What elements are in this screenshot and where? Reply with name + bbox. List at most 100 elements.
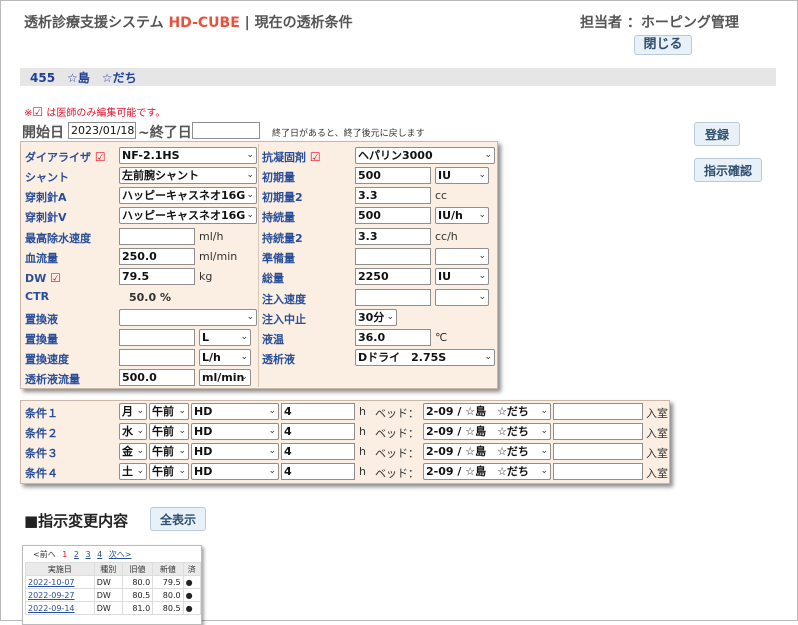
condition-ampm-select[interactable]: 午前 ⌄ <box>149 443 189 460</box>
start-date-input[interactable]: 2023/01/18 <box>68 122 136 139</box>
table-cell: ● <box>182 588 201 602</box>
condition-day-select[interactable]: 月 ⌄ <box>119 403 147 420</box>
room-input[interactable] <box>553 403 643 420</box>
table-cell: ● <box>182 601 201 615</box>
table-row: 2022-09-14 DW 81.0 80.5 ● <box>25 601 201 615</box>
weekly-conditions-panel: 条件１ 月 ⌄ 午前 ⌄ HD ⌄ 4 h ベッド： 2-09 / ☆島 ☆だち ⌄ 入… <box>20 400 670 484</box>
chevron-down-icon: ⌄ <box>246 312 254 322</box>
initial2-input[interactable]: 3.3 <box>355 187 431 204</box>
blood-flow-input[interactable]: 250.0 <box>119 248 195 265</box>
history-table-panel: <前へ 1 2 3 4 次へ> 実施日 種別 旧値 新値 済 2022-10-0… <box>22 545 202 625</box>
condition-mode-select[interactable]: HD ⌄ <box>191 443 279 460</box>
bed-select[interactable]: 2-09 / ☆島 ☆だち ⌄ <box>423 403 551 420</box>
shunt-label: シャント <box>25 171 69 184</box>
inj-rate-unit-select[interactable]: ⌄ <box>435 289 489 306</box>
bed-select[interactable]: 2-09 / ☆島 ☆だち ⌄ <box>423 443 551 460</box>
end-date-input[interactable] <box>192 122 260 139</box>
column-header: 種別 <box>93 562 123 576</box>
room-input[interactable] <box>553 443 643 460</box>
dialysate-select[interactable]: Dドライ 2.75S ⌄ <box>355 349 495 366</box>
date-link[interactable]: 2022-09-14 <box>25 601 95 615</box>
sub-volume-input[interactable] <box>119 329 195 346</box>
prep-input[interactable] <box>355 248 431 265</box>
page-link[interactable]: 4 <box>97 550 102 559</box>
staff-value: ：ホーピング管理 <box>626 15 739 31</box>
total-input[interactable]: 2250 <box>355 268 431 285</box>
sustained-input[interactable]: 500 <box>355 207 431 224</box>
sustained2-input[interactable]: 3.3 <box>355 228 431 245</box>
dialyzer-select[interactable]: NF-2.1HS ⌄ <box>119 147 257 164</box>
condition-hours-input[interactable]: 4 <box>281 443 355 460</box>
table-cell: DW <box>93 601 123 615</box>
brand-name: HD-CUBE <box>168 15 240 31</box>
show-all-button[interactable]: 全表示 <box>150 507 206 531</box>
temp-label: 液温 <box>262 333 284 346</box>
page-link[interactable]: 3 <box>86 550 91 559</box>
end-date-label: ~終了日 <box>138 125 192 141</box>
date-link[interactable]: 2022-09-27 <box>25 588 95 602</box>
dialysate-flow-unit-select[interactable]: ml/min ⌄ <box>199 369 251 386</box>
condition-hours-input[interactable]: 4 <box>281 423 355 440</box>
dialysate-flow-input[interactable]: 500.0 <box>119 369 195 386</box>
table-cell: DW <box>93 575 123 589</box>
sub-rate-label: 置換速度 <box>25 353 69 366</box>
temp-input[interactable]: 36.0 <box>355 329 431 346</box>
initial-label: 初期量 <box>262 171 295 184</box>
total-unit-select[interactable]: IU ⌄ <box>435 268 489 285</box>
condition-ampm-select[interactable]: 午前 ⌄ <box>149 463 189 480</box>
chevron-down-icon: ⌄ <box>540 406 548 416</box>
room-input[interactable] <box>553 423 643 440</box>
close-button[interactable]: 閉じる <box>634 35 692 55</box>
register-button[interactable]: 登録 <box>694 122 740 146</box>
chevron-down-icon: ⌄ <box>136 426 144 436</box>
needle-a-select[interactable]: ハッピーキャスネオ16G ⌄ <box>119 187 257 204</box>
condition-day-select[interactable]: 土 ⌄ <box>119 463 147 480</box>
prev-page-link[interactable]: <前へ <box>33 550 56 559</box>
anticoagulant-label: 抗凝固剤 ☑ <box>262 150 321 164</box>
page-title: 透析診療支援システム HD-CUBE | 現在の透析条件 <box>24 12 353 32</box>
page-link[interactable]: 2 <box>74 550 79 559</box>
bed-select[interactable]: 2-09 / ☆島 ☆だち ⌄ <box>423 423 551 440</box>
condition-hours-input[interactable]: 4 <box>281 463 355 480</box>
sustained-unit-select[interactable]: IU/h ⌄ <box>435 207 489 224</box>
date-link[interactable]: 2022-10-07 <box>25 575 95 589</box>
condition-mode-select[interactable]: HD ⌄ <box>191 403 279 420</box>
sub-volume-unit-select[interactable]: L ⌄ <box>199 329 251 346</box>
inj-rate-input[interactable] <box>355 289 431 306</box>
page-link-current: 1 <box>62 550 68 559</box>
room-label: 入室 <box>646 407 668 420</box>
room-input[interactable] <box>553 463 643 480</box>
prep-unit-select[interactable]: ⌄ <box>435 248 489 265</box>
bed-select[interactable]: 2-09 / ☆島 ☆だち ⌄ <box>423 463 551 480</box>
condition-mode-select[interactable]: HD ⌄ <box>191 423 279 440</box>
initial-input[interactable]: 500 <box>355 167 431 184</box>
sub-rate-unit-select[interactable]: L/h ⌄ <box>199 349 251 366</box>
condition-ampm-select[interactable]: 午前 ⌄ <box>149 423 189 440</box>
sub-fluid-select[interactable]: ⌄ <box>119 309 257 326</box>
next-page-link[interactable]: 次へ> <box>109 550 132 559</box>
needle-v-select[interactable]: ハッピーキャスネオ16G ⌄ <box>119 207 257 224</box>
needle-a-label: 穿刺針A <box>25 191 67 204</box>
condition-day-select[interactable]: 金 ⌄ <box>119 443 147 460</box>
chevron-down-icon: ⌄ <box>478 251 486 261</box>
dw-input[interactable]: 79.5 <box>119 268 195 285</box>
column-divider <box>258 144 259 387</box>
anticoagulant-select[interactable]: ヘパリン3000 ⌄ <box>355 147 495 164</box>
patient-bar: 455 ☆島 ☆だち <box>20 68 776 86</box>
confirm-instructions-button[interactable]: 指示確認 <box>694 158 762 182</box>
condition-ampm-select[interactable]: 午前 ⌄ <box>149 403 189 420</box>
inj-stop-select[interactable]: 30分 ⌄ <box>355 309 397 326</box>
condition-day-select[interactable]: 水 ⌄ <box>119 423 147 440</box>
sub-rate-input[interactable] <box>119 349 195 366</box>
condition-mode-select[interactable]: HD ⌄ <box>191 463 279 480</box>
title-suffix: | 現在の透析条件 <box>239 15 353 31</box>
shunt-select[interactable]: 左前腕シャント ⌄ <box>119 167 257 184</box>
max-uf-input[interactable] <box>119 228 195 245</box>
condition-hours-input[interactable]: 4 <box>281 403 355 420</box>
check-icon: ☑ <box>32 105 44 119</box>
sustained-label: 持続量 <box>262 211 295 224</box>
chevron-down-icon: ⌄ <box>246 170 254 180</box>
dw-unit: kg <box>199 270 213 283</box>
initial-unit-select[interactable]: IU ⌄ <box>435 167 489 184</box>
chevron-down-icon: ⌄ <box>540 426 548 436</box>
